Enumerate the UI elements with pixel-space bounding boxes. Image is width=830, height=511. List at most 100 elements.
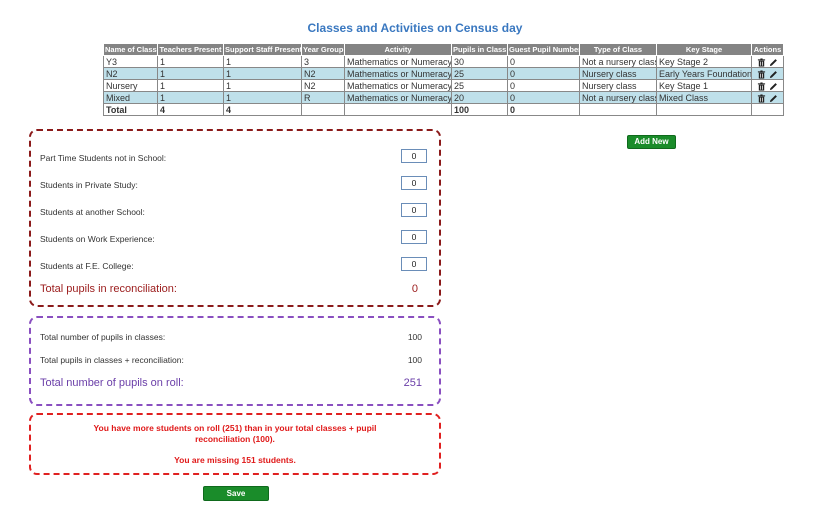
cell-year-group: R — [301, 91, 345, 104]
recon-label: Part Time Students not in School: — [40, 153, 167, 163]
cell-guest: 0 — [507, 91, 580, 104]
cell-activity: Mathematics or Numeracy — [344, 91, 452, 104]
cell-pupils: 25 — [451, 67, 508, 80]
header-pupils-in-class[interactable]: Pupils in Class — [451, 43, 508, 56]
cell-actions — [751, 91, 784, 104]
cell-guest: 0 — [507, 55, 580, 68]
cell-teachers: 1 — [157, 55, 224, 68]
classes-total-label: Total number of pupils in classes: — [40, 332, 166, 342]
cell-name: Y3 — [103, 55, 158, 68]
cell-activity: Mathematics or Numeracy — [344, 79, 452, 92]
total-key-stage — [656, 103, 752, 116]
classes-total-value: 100 — [407, 332, 422, 342]
cell-support-staff: 1 — [223, 67, 302, 80]
cell-guest: 0 — [507, 79, 580, 92]
cell-key-stage: Early Years Foundation — [656, 67, 752, 80]
reconciliation-panel: Part Time Students not in School: Studen… — [29, 129, 441, 307]
cell-teachers: 1 — [157, 79, 224, 92]
table-header-row: Name of Class Teachers Present Support S… — [103, 43, 784, 56]
cell-name: Mixed — [103, 91, 158, 104]
part-time-input[interactable] — [401, 149, 427, 163]
work-experience-input[interactable] — [401, 230, 427, 244]
pencil-icon[interactable] — [769, 94, 778, 103]
classes-table: Name of Class Teachers Present Support S… — [103, 43, 784, 116]
recon-total-value: 0 — [411, 283, 418, 295]
cell-type: Not a nursery class — [579, 55, 657, 68]
total-support-staff: 4 — [223, 103, 302, 116]
cell-year-group: N2 — [301, 79, 345, 92]
cell-name: N2 — [103, 67, 158, 80]
trash-icon[interactable] — [757, 58, 766, 67]
cell-teachers: 1 — [157, 91, 224, 104]
pencil-icon[interactable] — [769, 58, 778, 67]
total-type — [579, 103, 657, 116]
recon-label: Students at another School: — [40, 207, 145, 217]
recon-label: Students in Private Study: — [40, 180, 138, 190]
cell-name: Nursery — [103, 79, 158, 92]
save-button[interactable]: Save — [203, 486, 269, 501]
cell-type: Not a nursery class — [579, 91, 657, 104]
recon-label: Students at F.E. College: — [40, 261, 134, 271]
private-study-input[interactable] — [401, 176, 427, 190]
warning-line-2: reconciliation (100). — [195, 434, 275, 444]
warning-missing: You are missing 151 students. — [174, 455, 296, 465]
trash-icon[interactable] — [757, 82, 766, 91]
warning-panel: You have more students on roll (251) tha… — [29, 413, 441, 475]
total-teachers: 4 — [157, 103, 224, 116]
header-actions: Actions — [751, 43, 784, 56]
cell-key-stage: Key Stage 2 — [656, 55, 752, 68]
roll-summary-panel: Total number of pupils in classes: 100 T… — [29, 316, 441, 406]
cell-support-staff: 1 — [223, 91, 302, 104]
on-roll-label: Total number of pupils on roll: — [40, 377, 184, 389]
cell-support-staff: 1 — [223, 79, 302, 92]
on-roll-value: 251 — [403, 377, 422, 389]
pencil-icon[interactable] — [769, 70, 778, 79]
recon-label: Students on Work Experience: — [40, 234, 155, 244]
cell-pupils: 30 — [451, 55, 508, 68]
cell-guest: 0 — [507, 67, 580, 80]
warning-line-1: You have more students on roll (251) tha… — [93, 423, 377, 433]
cell-key-stage: Key Stage 1 — [656, 79, 752, 92]
cell-activity: Mathematics or Numeracy — [344, 67, 452, 80]
combined-total-label: Total pupils in classes + reconciliation… — [40, 355, 184, 365]
cell-type: Nursery class — [579, 79, 657, 92]
cell-actions — [751, 79, 784, 92]
header-type-of-class[interactable]: Type of Class — [579, 43, 657, 56]
total-actions — [751, 103, 784, 116]
table-row: N2 1 1 N2 Mathematics or Numeracy 25 0 N… — [103, 67, 784, 80]
page-title: Classes and Activities on Census day — [307, 21, 523, 35]
trash-icon[interactable] — [757, 94, 766, 103]
add-new-button[interactable]: Add New — [627, 135, 676, 149]
header-name-of-class[interactable]: Name of Class — [103, 43, 158, 56]
total-guest: 0 — [507, 103, 580, 116]
header-activity[interactable]: Activity — [344, 43, 452, 56]
cell-activity: Mathematics or Numeracy — [344, 55, 452, 68]
total-activity — [344, 103, 452, 116]
cell-actions — [751, 67, 784, 80]
header-year-group[interactable]: Year Group — [301, 43, 345, 56]
header-teachers-present[interactable]: Teachers Present — [157, 43, 224, 56]
cell-year-group: 3 — [301, 55, 345, 68]
cell-pupils: 25 — [451, 79, 508, 92]
cell-year-group: N2 — [301, 67, 345, 80]
cell-pupils: 20 — [451, 91, 508, 104]
table-row: Y3 1 1 3 Mathematics or Numeracy 30 0 No… — [103, 55, 784, 68]
header-guest-pupil-number[interactable]: Guest Pupil Number — [507, 43, 580, 56]
total-year-group — [301, 103, 345, 116]
table-row: Nursery 1 1 N2 Mathematics or Numeracy 2… — [103, 79, 784, 92]
another-school-input[interactable] — [401, 203, 427, 217]
combined-total-value: 100 — [407, 355, 422, 365]
trash-icon[interactable] — [757, 70, 766, 79]
header-support-staff-present[interactable]: Support Staff Present — [223, 43, 302, 56]
fe-college-input[interactable] — [401, 257, 427, 271]
pencil-icon[interactable] — [769, 82, 778, 91]
cell-type: Nursery class — [579, 67, 657, 80]
recon-total-label: Total pupils in reconciliation: — [40, 283, 177, 295]
table-total-row: Total 4 4 100 0 — [103, 103, 784, 116]
cell-support-staff: 1 — [223, 55, 302, 68]
cell-actions — [751, 55, 784, 68]
total-label: Total — [103, 103, 158, 116]
total-pupils: 100 — [451, 103, 508, 116]
header-key-stage[interactable]: Key Stage — [656, 43, 752, 56]
cell-key-stage: Mixed Class — [656, 91, 752, 104]
